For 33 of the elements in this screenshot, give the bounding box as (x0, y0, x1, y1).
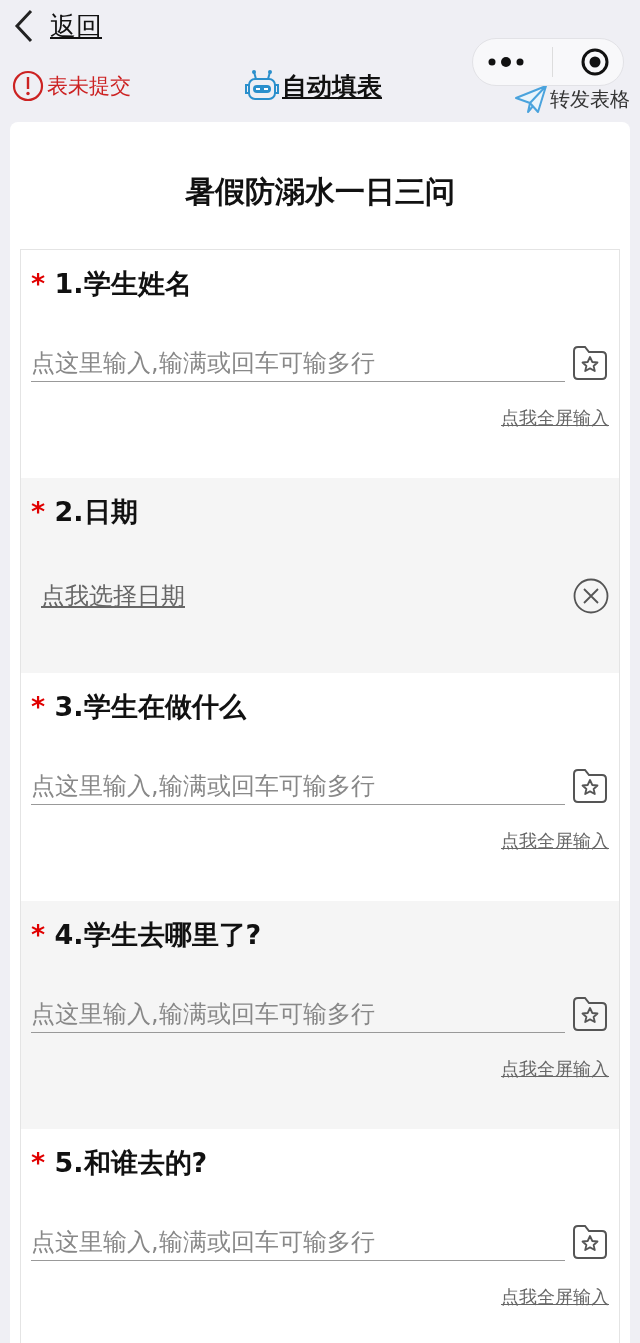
answer-field[interactable]: 点这里输入,输满或回车可输多行 (31, 767, 565, 805)
folder-star-icon[interactable] (571, 995, 609, 1033)
form-status: 表未提交 (47, 73, 131, 100)
question-label: 2.日期 (54, 496, 138, 527)
clear-icon[interactable] (573, 578, 609, 614)
fullscreen-input-link[interactable]: 点我全屏输入 (501, 1285, 609, 1309)
folder-star-icon[interactable] (571, 1223, 609, 1261)
date-picker-link[interactable]: 点我选择日期 (41, 580, 185, 612)
required-mark: * (31, 1147, 46, 1178)
question-label: 1.学生姓名 (54, 268, 192, 299)
folder-star-icon[interactable] (571, 344, 609, 382)
question-label: 3.学生在做什么 (54, 691, 246, 722)
folder-star-icon[interactable] (571, 767, 609, 805)
answer-field[interactable]: 点这里输入,输满或回车可输多行 (31, 1223, 565, 1261)
close-target-icon[interactable] (579, 47, 610, 77)
warning-icon (12, 70, 44, 102)
form-title: 暑假防溺水一日三问 (184, 173, 456, 211)
required-mark: * (31, 496, 46, 527)
question-label: 5.和谁去的? (54, 1147, 208, 1178)
paper-plane-icon[interactable] (514, 84, 548, 114)
share-form-button[interactable]: 转发表格 (550, 85, 630, 113)
back-link[interactable]: 返回 (50, 8, 102, 44)
fullscreen-input-link[interactable]: 点我全屏输入 (501, 1057, 609, 1081)
question-label: 4.学生去哪里了? (54, 919, 262, 950)
required-mark: * (31, 268, 46, 299)
fullscreen-input-link[interactable]: 点我全屏输入 (501, 829, 609, 853)
required-mark: * (31, 919, 46, 950)
answer-field[interactable]: 点这里输入,输满或回车可输多行 (31, 344, 565, 382)
autofill-link[interactable]: 自动填表 (282, 69, 382, 103)
required-mark: * (31, 691, 46, 722)
back-icon[interactable] (14, 9, 34, 43)
fullscreen-input-link[interactable]: 点我全屏输入 (501, 406, 609, 430)
answer-field[interactable]: 点这里输入,输满或回车可输多行 (31, 995, 565, 1033)
